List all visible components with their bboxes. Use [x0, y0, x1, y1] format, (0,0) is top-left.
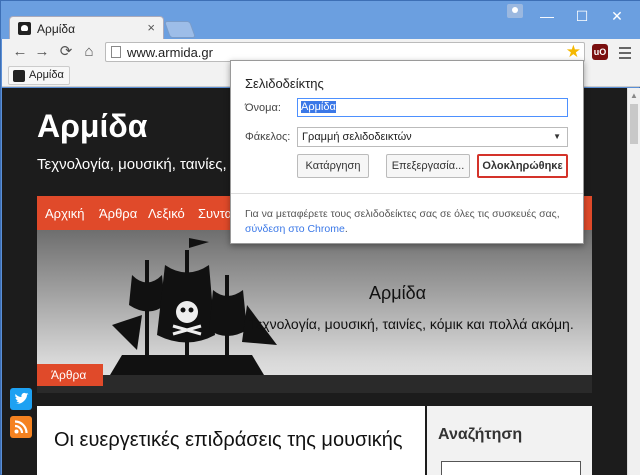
back-icon[interactable]: ←: [10, 42, 30, 62]
home-icon[interactable]: ⌂: [79, 42, 99, 62]
minimize-button[interactable]: —: [537, 7, 557, 25]
nav-item-home[interactable]: Αρχική: [45, 206, 85, 221]
forward-icon[interactable]: →: [32, 42, 52, 62]
tab-title: Αρμίδα: [37, 22, 76, 36]
bubble-title: Σελιδοδείκτης: [245, 76, 324, 91]
footer-end: .: [344, 223, 348, 235]
hero-subtitle: Τεχνολογία, μουσική, ταινίες, κόμικ και …: [249, 316, 574, 332]
title-bar: Αρμίδα × — ☐ ✕: [1, 1, 640, 39]
ublock-extension-icon[interactable]: uO: [592, 44, 608, 60]
site-title[interactable]: Αρμίδα: [37, 108, 147, 145]
folder-label: Φάκελος:: [245, 131, 291, 143]
name-label: Όνομα:: [245, 102, 281, 114]
sign-in-chrome-link[interactable]: σύνδεση στο Chrome: [245, 223, 345, 235]
scrollbar-thumb[interactable]: [630, 104, 638, 144]
maximize-button[interactable]: ☐: [572, 7, 592, 25]
bookmark-star-icon[interactable]: ★: [566, 42, 581, 62]
bookmark-name-value: Αρμίδα: [301, 101, 336, 113]
hero-banner: Αρμίδα Τεχνολογία, μουσική, ταινίες, κόμ…: [37, 230, 592, 393]
pirate-favicon-icon: [18, 22, 31, 35]
nav-item-more[interactable]: Συντα: [198, 206, 232, 221]
rss-icon[interactable]: [10, 416, 32, 438]
address-bar[interactable]: www.armida.gr ★: [105, 42, 585, 62]
remove-button[interactable]: Κατάργηση: [297, 154, 369, 178]
close-window-button[interactable]: ✕: [607, 7, 627, 25]
tab-close-icon[interactable]: ×: [147, 20, 155, 35]
nav-item-articles[interactable]: Άρθρα: [99, 206, 137, 221]
site-tagline: Τεχνολογία, μουσική, ταινίες, κό: [37, 156, 247, 173]
scroll-up-icon[interactable]: ▲: [630, 91, 638, 100]
edit-button[interactable]: Επεξεργασία...: [386, 154, 470, 178]
sidebar-title: Αναζήτηση: [438, 426, 523, 443]
twitter-icon[interactable]: [10, 388, 32, 410]
footer-text: Για να μεταφέρετε τους σελιδοδείκτες σας…: [245, 208, 560, 220]
chevron-down-icon: ▼: [553, 132, 561, 141]
done-button[interactable]: Ολοκληρώθηκε: [477, 154, 568, 178]
bookmark-label: Αρμίδα: [29, 69, 64, 81]
new-tab-button[interactable]: [163, 21, 197, 38]
post-card: Οι ευεργετικές επιδράσεις της μουσικής: [37, 406, 425, 475]
page-scrollbar[interactable]: ▲: [627, 88, 640, 475]
bookmark-name-field[interactable]: Αρμίδα: [297, 98, 568, 117]
folder-select[interactable]: Γραμμή σελιδοδεικτών ▼: [297, 127, 568, 147]
page-icon: [111, 46, 121, 58]
hero-title: Αρμίδα: [369, 283, 427, 303]
post-title[interactable]: Οι ευεργετικές επιδράσεις της μουσικής: [54, 426, 414, 454]
user-profile-icon[interactable]: [507, 4, 523, 18]
chrome-menu-icon[interactable]: [619, 44, 631, 60]
bookmark-armida[interactable]: Αρμίδα: [8, 66, 70, 85]
hero-category-tag[interactable]: Άρθρα: [37, 364, 103, 386]
address-url: www.armida.gr: [127, 45, 213, 60]
pirate-ship-illustration: [37, 238, 592, 393]
bubble-footer: Για να μεταφέρετε τους σελιδοδείκτες σας…: [245, 207, 575, 237]
pirate-favicon-icon: [13, 70, 25, 82]
nav-item-dictionary[interactable]: Λεξικό: [148, 206, 185, 221]
reload-icon[interactable]: ⟳: [56, 42, 76, 62]
folder-select-value: Γραμμή σελιδοδεικτών: [302, 131, 412, 143]
bookmark-bubble: Σελιδοδείκτης Όνομα: Αρμίδα Φάκελος: Γρα…: [230, 60, 584, 244]
bubble-divider: [231, 193, 583, 194]
tab-armida[interactable]: Αρμίδα ×: [9, 16, 164, 39]
search-input[interactable]: [441, 461, 581, 475]
sidebar: Αναζήτηση: [427, 406, 592, 475]
